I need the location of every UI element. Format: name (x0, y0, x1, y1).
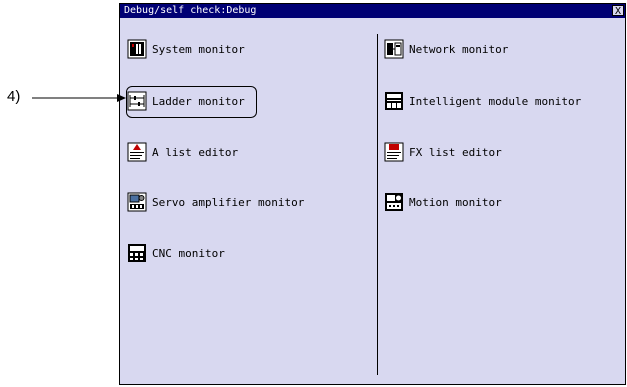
a-list-editor-icon (127, 142, 147, 162)
menu-item-cnc-monitor[interactable]: CNC monitor (127, 242, 225, 264)
menu-item-motion-monitor[interactable]: Motion monitor (384, 191, 502, 213)
cnc-monitor-icon (128, 244, 146, 262)
menu-item-label: Ladder monitor (152, 94, 245, 108)
column-divider (377, 34, 378, 375)
menu-item-fx-list-editor[interactable]: FX list editor (384, 141, 502, 163)
debug-window: Debug/self check:Debug X System monitor … (119, 3, 626, 385)
intelligent-module-monitor-icon (385, 92, 403, 110)
window-title-bar: Debug/self check:Debug (120, 4, 625, 18)
ladder-monitor-icon (127, 91, 147, 111)
window-title: Debug/self check:Debug (124, 5, 257, 16)
menu-item-a-list-editor[interactable]: A list editor (127, 141, 238, 163)
close-button[interactable]: X (612, 5, 624, 17)
menu-item-label: Intelligent module monitor (409, 94, 582, 108)
menu-item-label: CNC monitor (152, 246, 225, 260)
menu-item-network-monitor[interactable]: Network monitor (384, 38, 508, 60)
menu-item-label: System monitor (152, 42, 245, 56)
system-monitor-icon (127, 39, 147, 59)
menu-item-system-monitor[interactable]: System monitor (127, 38, 245, 60)
menu-item-intelligent-module-monitor[interactable]: Intelligent module monitor (384, 90, 581, 112)
menu-item-label: A list editor (152, 145, 239, 159)
menu-item-label: Motion monitor (409, 195, 502, 209)
menu-item-label: FX list editor (409, 145, 502, 159)
menu-item-label: Servo amplifier monitor (152, 195, 305, 209)
menu-item-servo-amplifier-monitor[interactable]: Servo amplifier monitor (127, 191, 304, 213)
servo-amplifier-monitor-icon (127, 192, 147, 212)
menu-item-ladder-monitor[interactable]: Ladder monitor (127, 90, 245, 112)
fx-list-editor-icon (384, 142, 404, 162)
motion-monitor-icon (385, 193, 403, 211)
callout-label: 4) (7, 88, 21, 105)
network-monitor-icon (384, 39, 404, 59)
menu-item-label: Network monitor (409, 42, 509, 56)
